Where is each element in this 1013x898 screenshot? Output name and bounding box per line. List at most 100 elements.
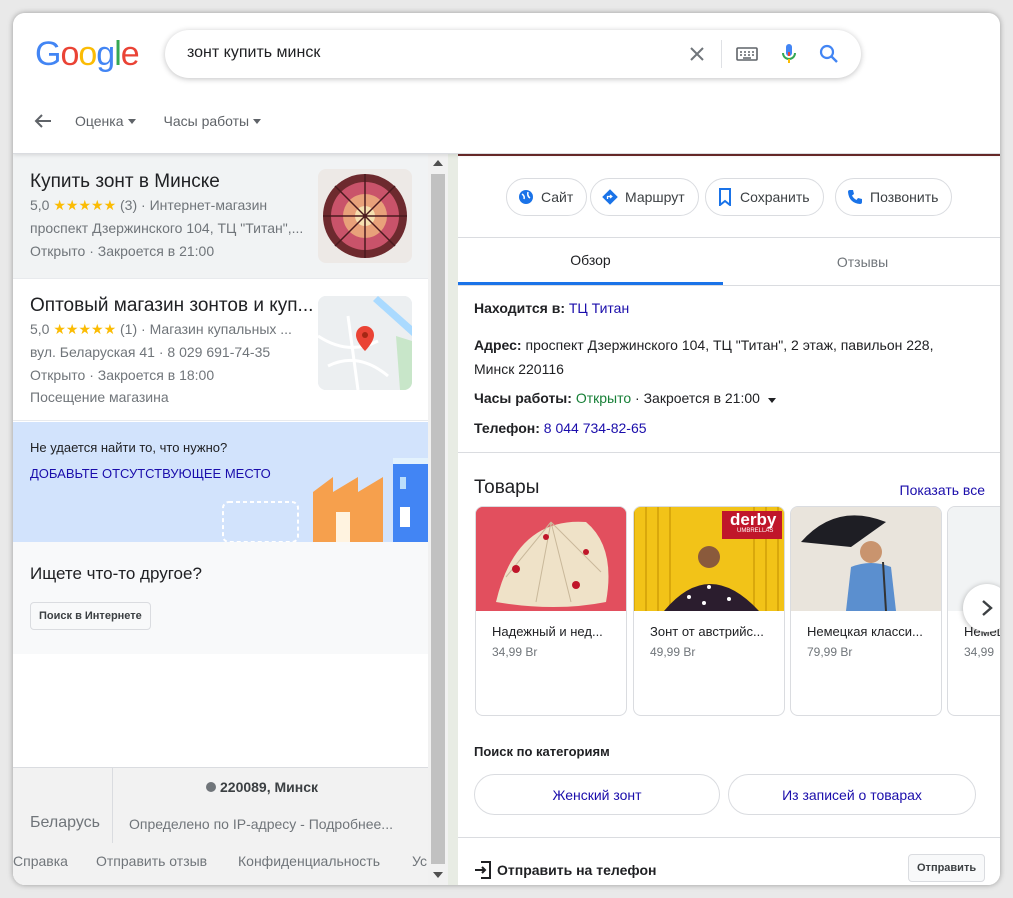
product-price: 34,99	[964, 645, 995, 659]
located-in-row: Находится в: ТЦ Титан	[474, 296, 629, 320]
directions-label: Маршрут	[625, 189, 685, 205]
website-label: Сайт	[541, 189, 574, 205]
call-button[interactable]: Позвонить	[835, 178, 953, 216]
city-illustration	[222, 458, 428, 542]
place-panel: Сайт Маршрут Сохранить Позвонить Обзор О…	[458, 154, 1000, 885]
scroll-up-icon[interactable]	[433, 160, 443, 166]
rating-value: 5,0	[30, 321, 50, 337]
footer-link-privacy[interactable]: Конфиденциальность	[238, 853, 380, 869]
review-count: (1)	[120, 321, 138, 337]
footer-link-feedback[interactable]: Отправить отзыв	[96, 853, 207, 869]
footer-links: Справка Отправить отзыв Конфиденциальнос…	[13, 843, 428, 885]
keyboard-icon[interactable]	[735, 42, 759, 66]
search-input[interactable]: зонт купить минск	[187, 44, 320, 62]
product-name: Немецкая класси...	[807, 624, 923, 639]
search-icon[interactable]	[817, 42, 841, 66]
result-extra: Посещение магазина	[30, 389, 169, 405]
product-price: 34,99 Br	[492, 645, 538, 659]
stars-icon: ★★★★★	[53, 321, 117, 337]
result-hours: Открыто · Закроется в 21:00	[30, 243, 215, 259]
result-title[interactable]: Купить зонт в Минске	[30, 171, 220, 193]
hours-open-status: Открыто	[575, 390, 632, 406]
filter-hours[interactable]: Часы работы	[164, 113, 262, 129]
microphone-icon[interactable]	[777, 42, 801, 66]
send-to-phone[interactable]: Отправить на телефон	[474, 861, 656, 879]
divider	[458, 452, 1000, 453]
show-all-link[interactable]: Показать все	[900, 482, 985, 498]
country-label: Беларусь	[30, 814, 100, 831]
address-row: Адрес: проспект Дзержинского 104, ТЦ "Ти…	[474, 333, 933, 381]
send-button[interactable]: Отправить	[908, 854, 986, 882]
web-search-button[interactable]: Поиск в Интернете	[30, 602, 151, 630]
website-button[interactable]: Сайт	[506, 178, 588, 216]
location-title: 220089, Минск	[206, 779, 318, 795]
location-dot-icon	[206, 782, 216, 792]
brand-badge: derby	[730, 510, 777, 529]
result-item[interactable]: Оптовый магазин зонтов и куп... 5,0 ★★★★…	[13, 279, 428, 421]
scroll-down-icon[interactable]	[433, 872, 443, 878]
product-price: 79,99 Br	[807, 645, 853, 659]
product-name: Зонт от австрийс...	[650, 624, 764, 639]
address-line2: Минск 220116	[474, 361, 564, 377]
address-label: Адрес:	[474, 337, 522, 353]
clear-icon[interactable]	[685, 42, 709, 66]
filter-bar: Оценка Часы работы	[31, 109, 289, 133]
rating-value: 5,0	[30, 197, 50, 213]
location-note[interactable]: Определено по IP-адресу - Подробнее...	[129, 816, 393, 832]
filter-rating[interactable]: Оценка	[75, 113, 136, 129]
location-value: 220089, Минск	[220, 779, 319, 795]
phone-row: Телефон: 8 044 734-82-65	[474, 416, 647, 440]
category: · Магазин купальных ...	[141, 321, 292, 337]
footer-link-help[interactable]: Справка	[13, 853, 68, 869]
product-card[interactable]: derby UMBRELLAS Зонт от австрийс... 49,9…	[633, 506, 785, 716]
phone-icon	[846, 188, 864, 206]
map-strip[interactable]	[448, 154, 458, 885]
product-image	[476, 507, 626, 611]
product-card[interactable]: Надежный и нед... 34,99 Br	[475, 506, 627, 716]
action-buttons: Сайт Маршрут Сохранить Позвонить	[458, 178, 1000, 216]
result-title[interactable]: Оптовый магазин зонтов и куп...	[30, 295, 313, 317]
result-rating-line: 5,0 ★★★★★ (1) · Магазин купальных ...	[30, 321, 292, 338]
category: · Интернет-магазин	[141, 197, 268, 213]
place-tabs: Обзор Отзывы	[458, 237, 1000, 286]
caret-down-icon[interactable]	[767, 398, 776, 403]
other-title: Ищете что-то другое?	[30, 564, 202, 583]
search-something-else: Ищете что-то другое? Поиск в Интернете	[13, 542, 428, 654]
location-footer: Беларусь 220089, Минск Определено по IP-…	[13, 767, 428, 844]
stars-icon: ★★★★★	[53, 197, 117, 213]
located-in-link[interactable]: ТЦ Титан	[569, 300, 629, 316]
located-in-label: Находится в:	[474, 300, 565, 316]
scrollbar-thumb[interactable]	[431, 174, 445, 864]
phone-label: Телефон:	[474, 420, 540, 436]
back-arrow-icon[interactable]	[31, 109, 55, 133]
directions-button[interactable]: Маршрут	[590, 178, 699, 216]
send-to-phone-row: Отправить на телефон Отправить	[458, 837, 1000, 885]
save-button[interactable]: Сохранить	[705, 178, 824, 216]
address-line1: проспект Дзержинского 104, ТЦ "Титан", 2…	[525, 337, 934, 353]
category-chip[interactable]: Из записей о товарах	[728, 774, 976, 815]
scrollbar[interactable]	[428, 154, 448, 885]
tab-reviews[interactable]: Отзывы	[730, 238, 995, 285]
send-to-phone-icon	[475, 861, 491, 879]
tab-overview[interactable]: Обзор	[458, 238, 723, 285]
hours-row[interactable]: Часы работы: Открыто · Закроется в 21:00	[474, 386, 776, 410]
results-panel: Купить зонт в Минске 5,0 ★★★★★ (3) · Инт…	[13, 154, 428, 885]
google-logo[interactable]: Google	[35, 35, 140, 74]
search-box[interactable]: зонт купить минск	[165, 30, 861, 78]
phone-link[interactable]: 8 044 734-82-65	[544, 420, 647, 436]
result-address: проспект Дзержинского 104, ТЦ "Титан",..…	[30, 220, 304, 236]
category-chip[interactable]: Женский зонт	[474, 774, 720, 815]
call-label: Позвонить	[870, 189, 939, 205]
filter-hours-label: Часы работы	[163, 113, 250, 129]
search-header: Google зонт купить минск Оценка Часы раб	[13, 13, 1000, 154]
product-card[interactable]: Немецкая класси... 79,99 Br	[790, 506, 942, 716]
caret-down-icon	[253, 118, 262, 124]
map-thumbnail[interactable]	[318, 296, 412, 390]
place-photo-edge	[458, 154, 1000, 156]
globe-icon	[517, 188, 535, 206]
result-item[interactable]: Купить зонт в Минске 5,0 ★★★★★ (3) · Инт…	[13, 154, 428, 279]
browser-window: Google зонт купить минск Оценка Часы раб	[13, 13, 1000, 885]
footer-link-terms[interactable]: Ус	[412, 853, 427, 869]
umbrella-thumbnail[interactable]	[318, 169, 412, 263]
filter-rating-label: Оценка	[75, 113, 124, 129]
